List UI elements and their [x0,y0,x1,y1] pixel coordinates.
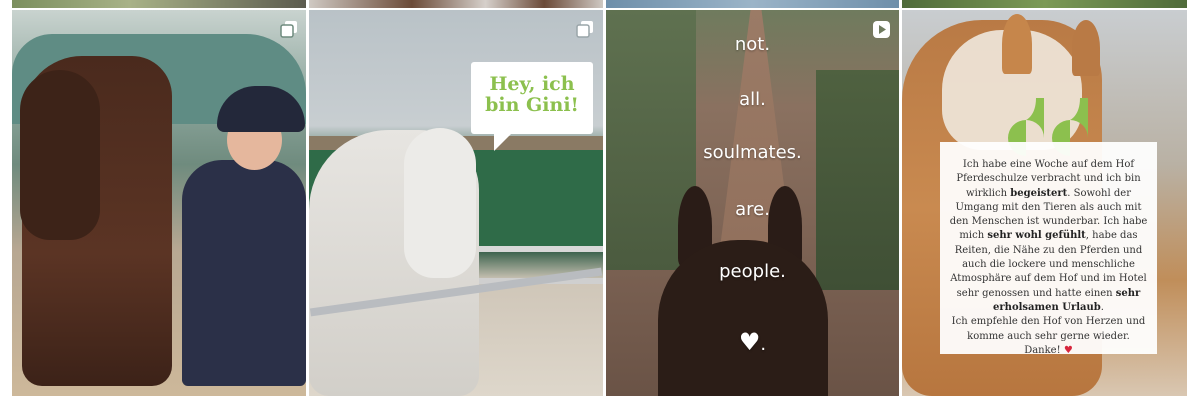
multiple-images-icon [576,21,593,38]
previous-post-strip-4[interactable] [902,0,1187,8]
reel-word-all: all. [739,89,766,110]
horse-ear [1002,14,1032,74]
speech-bubble-tail [494,133,512,151]
post-tile-testimonial[interactable]: Ich habe eine Woche auf dem Hof Pferdesc… [902,10,1187,396]
previous-post-strip-3[interactable] [606,0,899,8]
quote-text-6: Danke! [1024,344,1061,356]
post-tile-gini-horse[interactable]: Hey, ich bin Gini! [309,10,603,396]
heart-icon: ♥ [738,328,761,356]
reel-word-are: are. [735,199,770,220]
horse-grey-head [404,128,476,278]
reel-word-soulmates: soulmates. [703,142,802,163]
bubble-line-2: bin Gini! [485,94,579,116]
multiple-images-icon [280,21,297,38]
quote-bold-1: begeistert [1010,187,1068,199]
post-tile-rider-horse[interactable] [12,10,306,396]
rider-jacket [182,160,306,386]
speech-bubble: Hey, ich bin Gini! [471,62,593,134]
horse-head [20,70,100,240]
testimonial-card: Ich habe eine Woche auf dem Hof Pferdesc… [940,142,1157,356]
reel-word-people: people. [719,261,786,282]
previous-post-strip-2[interactable] [309,0,603,8]
previous-post-strip-1[interactable] [12,0,306,8]
reel-heart-period: . [760,334,767,355]
horse-ear-2 [1072,20,1100,76]
reel-heart-line: ♥. [606,328,899,356]
heart-icon: ♥ [1063,344,1073,356]
reel-word-not: not. [734,34,771,55]
bubble-line-1: Hey, ich [489,73,575,95]
reel-play-icon [873,21,890,38]
post-tile-soulmates-reel[interactable]: not. all. soulmates. are. people. ♥. [606,10,899,396]
quote-bold-2: sehr wohl gefühlt [987,230,1086,242]
quote-text-5: Ich empfehle den Hof von Herzen und komm… [951,316,1146,342]
quote-text-4: . [1100,301,1104,313]
